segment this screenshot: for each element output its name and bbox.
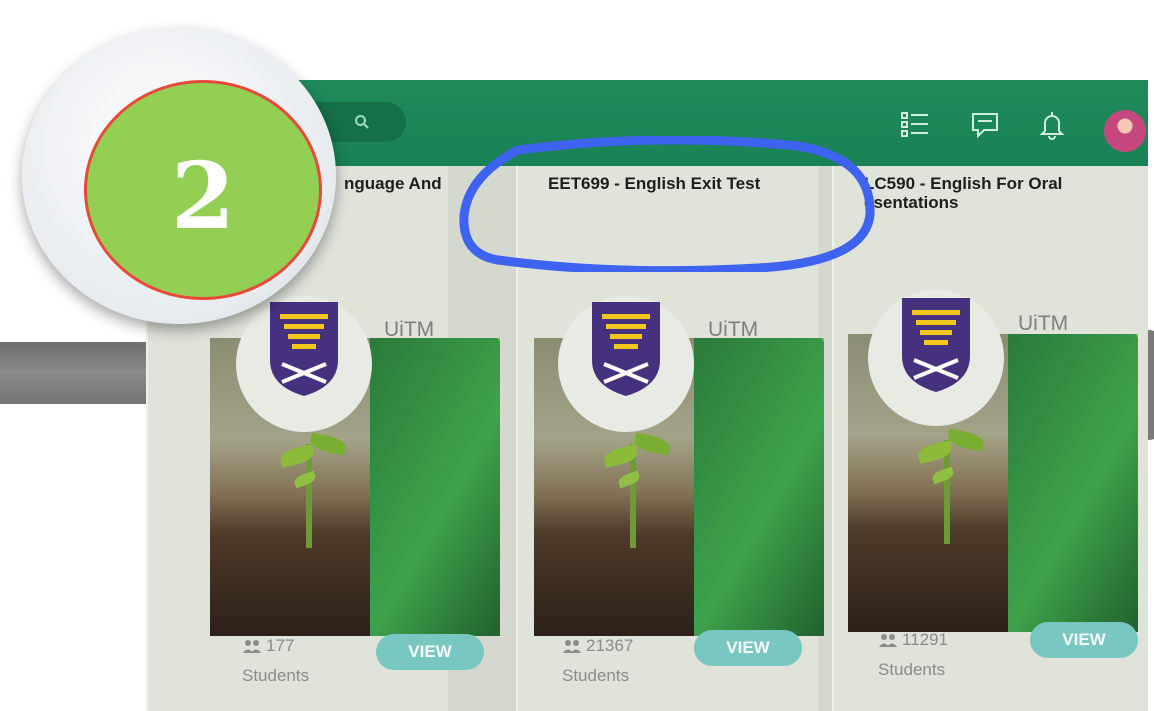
search-icon [355,115,369,129]
course-card: LC590 - English For Oral esentations UiT… [832,166,1148,711]
students-label: Students [878,660,946,679]
users-icon [243,640,261,653]
brand-label: UiTM [708,318,759,341]
banner-green-graphic [1008,334,1138,632]
list-icon[interactable] [900,110,930,140]
brand-label: UiTM [384,318,435,341]
view-button[interactable]: VIEW [1030,622,1138,658]
student-stats: 21367 Students [562,636,633,686]
banner-green-graphic [694,338,824,636]
students-label: Students [562,666,630,685]
uitm-crest-icon [270,302,338,396]
user-avatar[interactable] [1104,110,1146,152]
view-button[interactable]: VIEW [694,630,802,666]
uitm-crest-icon [902,298,970,392]
uitm-crest-icon [592,302,660,396]
course-title[interactable]: LC590 - English For Oral esentations [864,174,1124,212]
users-icon [563,640,581,653]
course-title[interactable]: EET699 - English Exit Test [548,174,808,193]
bell-icon[interactable] [1038,110,1066,140]
step-number: 2 [170,142,235,250]
student-stats: 11291 Students [878,630,948,680]
student-stats: 177 Students [242,636,309,686]
course-card: EET699 - English Exit Test UiTM 21367 St… [516,166,824,711]
student-count: 21367 [586,636,634,655]
students-label: Students [242,666,310,685]
view-button[interactable]: VIEW [376,634,484,670]
brand-label: UiTM [1018,312,1069,335]
step-badge: 2 [22,28,336,324]
banner-green-graphic [370,338,500,636]
users-icon [879,634,897,647]
message-icon[interactable] [970,110,1000,140]
student-count: 177 [266,636,295,655]
student-count: 11291 [902,630,949,649]
